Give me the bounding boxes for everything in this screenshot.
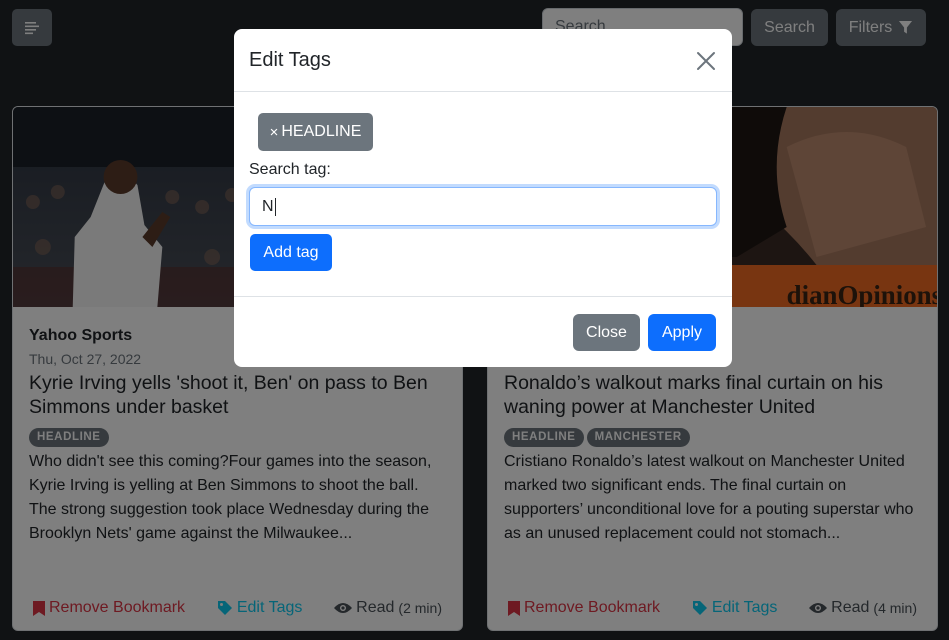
apply-button[interactable]: Apply xyxy=(648,314,716,351)
selected-tag-chip[interactable]: × HEADLINE xyxy=(258,113,373,151)
selected-tag-label: HEADLINE xyxy=(281,123,362,140)
modal-header: Edit Tags xyxy=(234,29,732,92)
tag-search-input[interactable]: N xyxy=(249,187,717,226)
close-button[interactable]: Close xyxy=(573,314,640,351)
modal-title: Edit Tags xyxy=(249,49,331,71)
search-tag-label: Search tag: xyxy=(249,161,331,178)
edit-tags-modal: Edit Tags × HEADLINE Search tag: N Add t… xyxy=(234,29,732,367)
text-cursor xyxy=(274,197,276,216)
remove-tag-icon[interactable]: × xyxy=(270,124,279,141)
add-tag-button[interactable]: Add tag xyxy=(250,234,332,271)
tag-input-value: N xyxy=(262,197,274,215)
close-icon[interactable] xyxy=(696,51,716,71)
modal-footer: Close Apply xyxy=(234,296,732,367)
